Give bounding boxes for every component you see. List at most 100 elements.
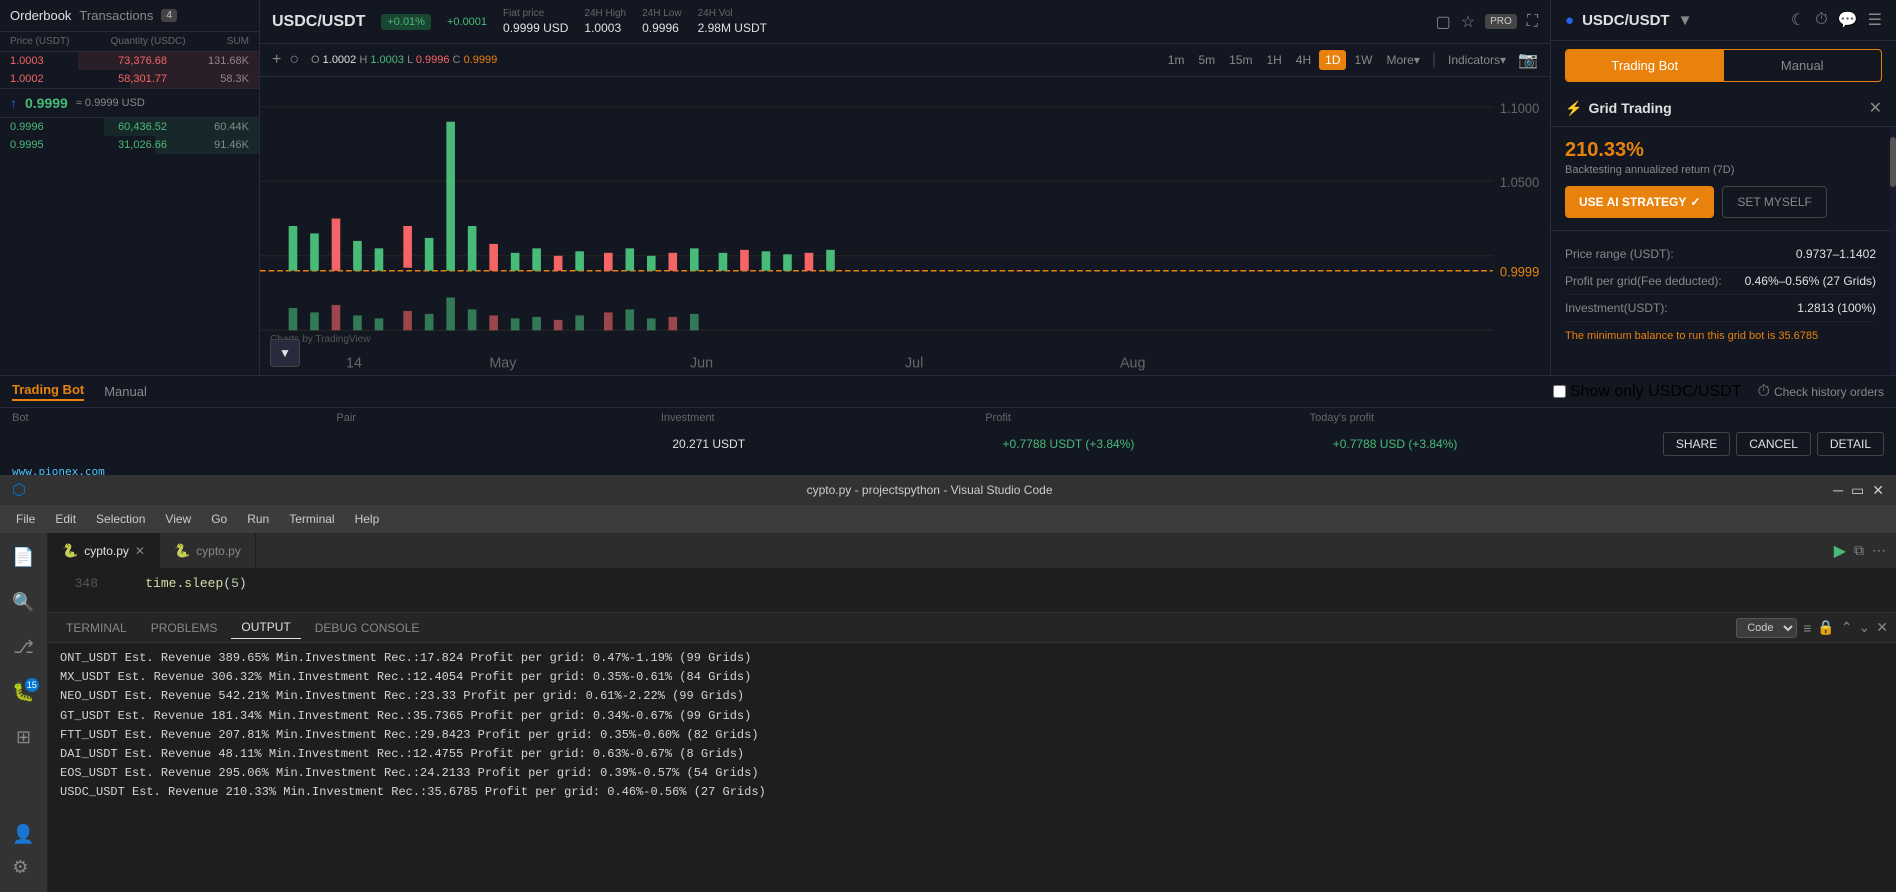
row-todays-profit: +0.7788 USD (+3.84%) bbox=[1333, 437, 1643, 451]
price-range-row: Price range (USDT): 0.9737–1.1402 bbox=[1565, 241, 1876, 268]
svg-text:Jul: Jul bbox=[905, 355, 923, 371]
line-number-348: 348 bbox=[58, 574, 98, 594]
tf-1m[interactable]: 1m bbox=[1162, 50, 1191, 70]
scroll-down-btn[interactable]: ▼ bbox=[270, 339, 300, 367]
fiat-value: 0.9999 USD bbox=[503, 21, 568, 35]
terminal-tab[interactable]: TERMINAL bbox=[56, 617, 137, 639]
pair-dropdown-icon[interactable]: ▼ bbox=[1678, 12, 1693, 29]
chat-icon[interactable]: 💬 bbox=[1838, 10, 1858, 30]
svg-text:1.1000: 1.1000 bbox=[1500, 101, 1539, 116]
terminal-icons: ≡ 🔒 ⌃ ⌄ ✕ bbox=[1803, 619, 1888, 636]
tf-more[interactable]: More▾ bbox=[1380, 50, 1425, 70]
tab-manual[interactable]: Manual bbox=[1724, 50, 1882, 81]
row-actions: SHARE CANCEL DETAIL bbox=[1663, 432, 1884, 456]
low-stat: 24H Low 0.9996 bbox=[642, 8, 681, 35]
menu-selection[interactable]: Selection bbox=[88, 508, 153, 530]
problems-tab[interactable]: PROBLEMS bbox=[141, 617, 228, 639]
sidebar-item-git[interactable]: ⎇ bbox=[7, 631, 40, 664]
window-close-btn[interactable]: ✕ bbox=[1872, 482, 1884, 499]
sidebar-item-explorer[interactable]: 📄 bbox=[6, 541, 40, 574]
fiat-label: Fiat price bbox=[503, 8, 568, 19]
lock-icon[interactable]: 🔒 bbox=[1817, 619, 1834, 636]
tf-1d[interactable]: 1D bbox=[1319, 50, 1346, 70]
tab-trading-bot[interactable]: Trading Bot bbox=[1566, 50, 1724, 81]
sidebar-item-settings[interactable]: ⚙ bbox=[6, 851, 40, 884]
vscode-window-title: cypto.py - projectspython - Visual Studi… bbox=[807, 483, 1053, 497]
cancel-button[interactable]: CANCEL bbox=[1736, 432, 1811, 456]
debug-console-tab[interactable]: DEBUG CONSOLE bbox=[305, 617, 430, 639]
trading-top-section: Orderbook Transactions 4 Price (USDT) Qu… bbox=[0, 0, 1896, 375]
tb-column-headers: Bot Pair Investment Profit Today's profi… bbox=[0, 408, 1896, 428]
window-controls: ─ ▭ ✕ bbox=[1833, 482, 1884, 499]
split-right-icon[interactable]: ⧉ bbox=[1854, 542, 1864, 559]
check-history-btn[interactable]: ⏱ Check history orders bbox=[1757, 383, 1884, 401]
menu-go[interactable]: Go bbox=[203, 508, 235, 530]
indicators-btn[interactable]: Indicators▾ bbox=[1442, 50, 1512, 70]
run-icon[interactable]: ▶ bbox=[1834, 541, 1846, 561]
notes-icon[interactable]: ▢ bbox=[1436, 12, 1451, 32]
minimize-btn[interactable]: ─ bbox=[1833, 482, 1843, 499]
tf-1w[interactable]: 1W bbox=[1348, 50, 1378, 70]
tf-15m[interactable]: 15m bbox=[1223, 50, 1258, 70]
list-icon[interactable]: ≡ bbox=[1803, 620, 1811, 636]
restore-btn[interactable]: ▭ bbox=[1851, 482, 1864, 499]
terminal-close-icon[interactable]: ✕ bbox=[1876, 619, 1888, 636]
show-pair-filter[interactable]: Show only USDC/USDT bbox=[1553, 383, 1742, 401]
explorer-icon: 📄 bbox=[12, 547, 34, 567]
bid-row-1: 0.9995 31,026.66 91.46K bbox=[0, 136, 259, 154]
expand-icon[interactable]: ⌄ bbox=[1859, 619, 1871, 636]
ask-row-1: 1.0002 58,301.77 58.3K bbox=[0, 70, 259, 88]
fullscreen-icon[interactable]: ⛶ bbox=[1527, 13, 1538, 31]
high-value: 1.0003 bbox=[584, 21, 626, 35]
editor-tab-cypto-active[interactable]: 🐍 cypto.py ✕ bbox=[48, 533, 160, 568]
grid-trading-header: ⚡ Grid Trading ✕ bbox=[1551, 90, 1896, 127]
menu-help[interactable]: Help bbox=[347, 508, 388, 530]
star-icon[interactable]: ☆ bbox=[1461, 12, 1475, 32]
menu-file[interactable]: File bbox=[8, 508, 43, 530]
output-source-select[interactable]: Code bbox=[1736, 618, 1797, 638]
detail-button[interactable]: DETAIL bbox=[1817, 432, 1884, 456]
output-tab[interactable]: OUTPUT bbox=[231, 616, 300, 639]
low-value: 0.9996 bbox=[642, 21, 681, 35]
editor-tab-cypto-inactive[interactable]: 🐍 cypto.py bbox=[160, 533, 256, 568]
share-button[interactable]: SHARE bbox=[1663, 432, 1730, 456]
sidebar-item-search[interactable]: 🔍 bbox=[6, 586, 40, 619]
toolbar-draw-icon: ○ bbox=[289, 51, 299, 69]
transactions-tab[interactable]: Transactions bbox=[79, 8, 153, 23]
more-icon[interactable]: ⋯ bbox=[1872, 542, 1886, 559]
moon-icon[interactable]: ☾ bbox=[1791, 10, 1805, 30]
collapse-up-icon[interactable]: ⌃ bbox=[1841, 619, 1853, 636]
ob-col-qty: Quantity (USDC) bbox=[111, 36, 186, 47]
pair-filter-checkbox[interactable] bbox=[1553, 385, 1566, 398]
set-myself-button[interactable]: SET MYSELF bbox=[1722, 186, 1826, 218]
scrollbar-thumb[interactable] bbox=[1890, 137, 1896, 187]
menu-view[interactable]: View bbox=[157, 508, 199, 530]
scrollbar-track[interactable] bbox=[1890, 127, 1896, 375]
ohlc-display: O 1.0002 H 1.0003 L 0.9996 C 0.9999 bbox=[311, 54, 497, 66]
row-investment: 20.271 USDT bbox=[672, 437, 982, 451]
settings-icon: ⚙ bbox=[12, 857, 28, 877]
hamburger-icon[interactable]: ☰ bbox=[1868, 10, 1882, 30]
menu-run[interactable]: Run bbox=[239, 508, 277, 530]
tb-bot-tab[interactable]: Trading Bot bbox=[12, 382, 84, 401]
close-grid-btn[interactable]: ✕ bbox=[1869, 98, 1882, 118]
camera-icon[interactable]: 📷 bbox=[1518, 50, 1538, 70]
use-ai-strategy-button[interactable]: USE AI STRATEGY ✓ bbox=[1565, 186, 1714, 218]
investment-label: Investment(USDT): bbox=[1565, 301, 1668, 315]
menu-edit[interactable]: Edit bbox=[47, 508, 84, 530]
clock-icon[interactable]: ⏱ bbox=[1815, 11, 1827, 29]
menu-terminal[interactable]: Terminal bbox=[281, 508, 342, 530]
terminal-right-controls: Code ≡ 🔒 ⌃ ⌄ ✕ bbox=[1736, 618, 1888, 638]
tf-1h[interactable]: 1H bbox=[1260, 50, 1287, 70]
grid-content-scroll[interactable]: 210.33% Backtesting annualized return (7… bbox=[1551, 127, 1890, 375]
vol-value: 2.98M USDT bbox=[698, 21, 767, 35]
sidebar-item-extensions[interactable]: ⊞ bbox=[10, 721, 37, 754]
sidebar-item-debug[interactable]: 🐛 15 bbox=[6, 676, 40, 709]
details-section: Price range (USDT): 0.9737–1.1402 Profit… bbox=[1551, 231, 1890, 352]
tf-4h[interactable]: 4H bbox=[1290, 50, 1317, 70]
chart-toolbar: + ○ O 1.0002 H 1.0003 L 0.9996 C 0.9999 … bbox=[260, 44, 1550, 77]
tab-close-active[interactable]: ✕ bbox=[135, 544, 145, 558]
sidebar-item-account[interactable]: 👤 bbox=[6, 818, 40, 851]
tb-manual-tab[interactable]: Manual bbox=[104, 384, 147, 399]
tf-5m[interactable]: 5m bbox=[1192, 50, 1221, 70]
